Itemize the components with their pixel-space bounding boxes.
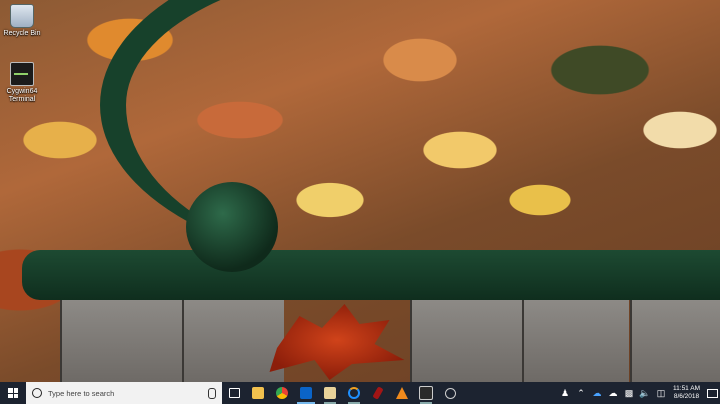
folder-icon (252, 387, 264, 399)
circular-app-icon (348, 387, 360, 399)
taskbar-app-dial[interactable] (438, 382, 462, 404)
taskbar-file-explorer[interactable] (246, 382, 270, 404)
recycle-bin-icon (10, 4, 34, 28)
clock-date: 8/6/2018 (673, 393, 700, 400)
task-view-icon (228, 388, 240, 398)
terminal-icon (10, 62, 34, 86)
taskbar-vlc[interactable] (390, 382, 414, 404)
clock[interactable]: 11:51 AM 8/6/2018 (673, 385, 700, 401)
battery-icon[interactable]: ◫ (655, 387, 667, 399)
red-leaf (269, 304, 405, 380)
red-app-icon (372, 386, 384, 400)
chrome-icon (276, 387, 288, 399)
vlc-icon (396, 387, 408, 399)
desktop-icon-recycle-bin[interactable]: Recycle Bin (2, 4, 42, 38)
desktop-icon-label: Recycle Bin (3, 30, 41, 37)
notification-icon (706, 388, 718, 398)
network-icon[interactable]: ▩ (623, 387, 635, 399)
bench-railing (22, 250, 720, 300)
volume-icon[interactable]: 🔈 (639, 387, 651, 399)
bench-plank (60, 300, 182, 382)
taskbar-paint[interactable] (318, 382, 342, 404)
taskbar-app-red[interactable] (366, 382, 390, 404)
taskbar-app-spinner[interactable] (342, 382, 366, 404)
dial-icon (444, 387, 456, 399)
desktop-icon-label: Cygwin64 Terminal (6, 88, 38, 103)
task-view-button[interactable] (222, 382, 246, 404)
clock-time: 11:51 AM (673, 385, 700, 392)
taskbar-terminal[interactable] (414, 382, 438, 404)
cloud-icon[interactable]: ☁ (607, 387, 619, 399)
action-center-button[interactable] (704, 382, 720, 404)
outlook-icon (300, 387, 312, 399)
start-button[interactable] (0, 382, 26, 404)
taskbar-chrome[interactable] (270, 382, 294, 404)
windows-logo-icon (8, 388, 18, 398)
system-tray: ♟ ⌃ ☁ ☁ ▩ 🔈 ◫ 11:51 AM 8/6/2018 (557, 382, 720, 404)
bench-plank (630, 300, 720, 382)
bench-plank (522, 300, 629, 382)
onedrive-icon[interactable]: ☁ (591, 387, 603, 399)
paint-icon (324, 387, 336, 399)
cortana-icon (32, 388, 42, 398)
desktop-wallpaper (0, 0, 720, 382)
bench-plank (410, 300, 522, 382)
people-icon[interactable]: ♟ (559, 387, 571, 399)
microphone-icon[interactable] (208, 387, 216, 399)
desktop-icon-cygwin-terminal[interactable]: Cygwin64 Terminal (2, 62, 42, 104)
search-input[interactable]: Type here to search (48, 389, 208, 398)
bench-knob (186, 182, 278, 272)
bench-plank (182, 300, 284, 382)
chevron-up-icon[interactable]: ⌃ (575, 387, 587, 399)
terminal-icon (419, 386, 433, 400)
search-box[interactable]: Type here to search (26, 382, 222, 404)
taskbar-outlook[interactable] (294, 382, 318, 404)
